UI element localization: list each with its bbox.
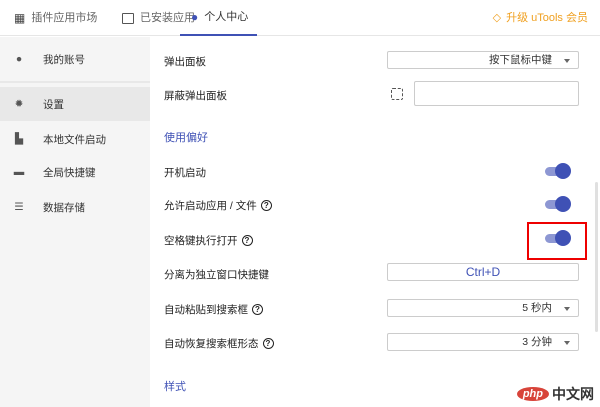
allow-launch-label: 允许启动应用 / 文件? [164, 198, 272, 213]
chevron-down-icon [564, 341, 570, 345]
block-popup-label: 屏蔽弹出面板 [164, 90, 227, 102]
chevron-down-icon [564, 307, 570, 311]
list-icon: ☰ [14, 201, 24, 213]
top-nav: ▦ 插件应用市场 已安装应用 ● 个人中心 ◇ 升级 uTools 会员 [0, 0, 600, 36]
help-icon[interactable]: ? [260, 200, 272, 211]
grid-icon: ▦ [14, 11, 26, 25]
user-gear-icon: ● [191, 10, 199, 24]
block-popup-input[interactable] [414, 81, 579, 106]
highlight-box [527, 222, 587, 260]
auto-paste-label: 自动粘贴到搜索框? [164, 302, 263, 317]
chevron-down-icon [564, 59, 570, 63]
autostart-label: 开机启动 [164, 167, 206, 179]
sidebar: ● 我的账号 ✹ 设置 ▙ 本地文件启动 ▬ 全局快捷键 ☰ 数据存储 [0, 37, 150, 407]
sidebar-item-storage[interactable]: ☰ 数据存储 [0, 190, 150, 224]
scrollbar[interactable] [595, 182, 598, 332]
upgrade-button[interactable]: ◇ 升级 uTools 会员 [493, 0, 588, 36]
allow-launch-toggle[interactable] [543, 194, 571, 214]
tab-plugin-market[interactable]: ▦ 插件应用市场 [14, 0, 97, 36]
detach-hotkey-input[interactable]: Ctrl+D [387, 263, 579, 281]
sidebar-item-local-file[interactable]: ▙ 本地文件启动 [0, 122, 150, 156]
watermark: php 中文网 [516, 384, 594, 404]
detach-hotkey-label: 分离为独立窗口快捷键 [164, 269, 269, 281]
help-icon[interactable]: ? [241, 235, 253, 246]
divider [0, 81, 150, 83]
scan-target-icon[interactable] [391, 88, 403, 100]
download-monitor-icon [122, 12, 134, 24]
auto-restore-select[interactable]: 3 分钟 [387, 333, 579, 351]
popup-panel-select[interactable]: 按下鼠标中键 [387, 51, 579, 69]
gear-icon: ✹ [14, 98, 24, 110]
file-icon: ▙ [14, 133, 24, 145]
section-style: 样式 [164, 381, 186, 393]
sidebar-item-hotkeys[interactable]: ▬ 全局快捷键 [0, 155, 150, 189]
help-icon[interactable]: ? [252, 304, 263, 315]
sidebar-item-account[interactable]: ● 我的账号 [0, 42, 150, 76]
space-open-label: 空格键执行打开? [164, 233, 253, 248]
auto-restore-label: 自动恢复搜索框形态? [164, 336, 274, 351]
tab-personal-center[interactable]: ● 个人中心 [180, 0, 257, 36]
auto-paste-select[interactable]: 5 秒内 [387, 299, 579, 317]
section-preferences: 使用偏好 [164, 132, 208, 144]
autostart-toggle[interactable] [543, 161, 571, 181]
keyboard-icon: ▬ [13, 166, 25, 178]
diamond-icon: ◇ [492, 12, 502, 24]
account-icon: ● [15, 53, 23, 65]
popup-panel-label: 弹出面板 [164, 56, 206, 68]
help-icon[interactable]: ? [262, 338, 274, 349]
sidebar-item-settings[interactable]: ✹ 设置 [0, 87, 150, 121]
